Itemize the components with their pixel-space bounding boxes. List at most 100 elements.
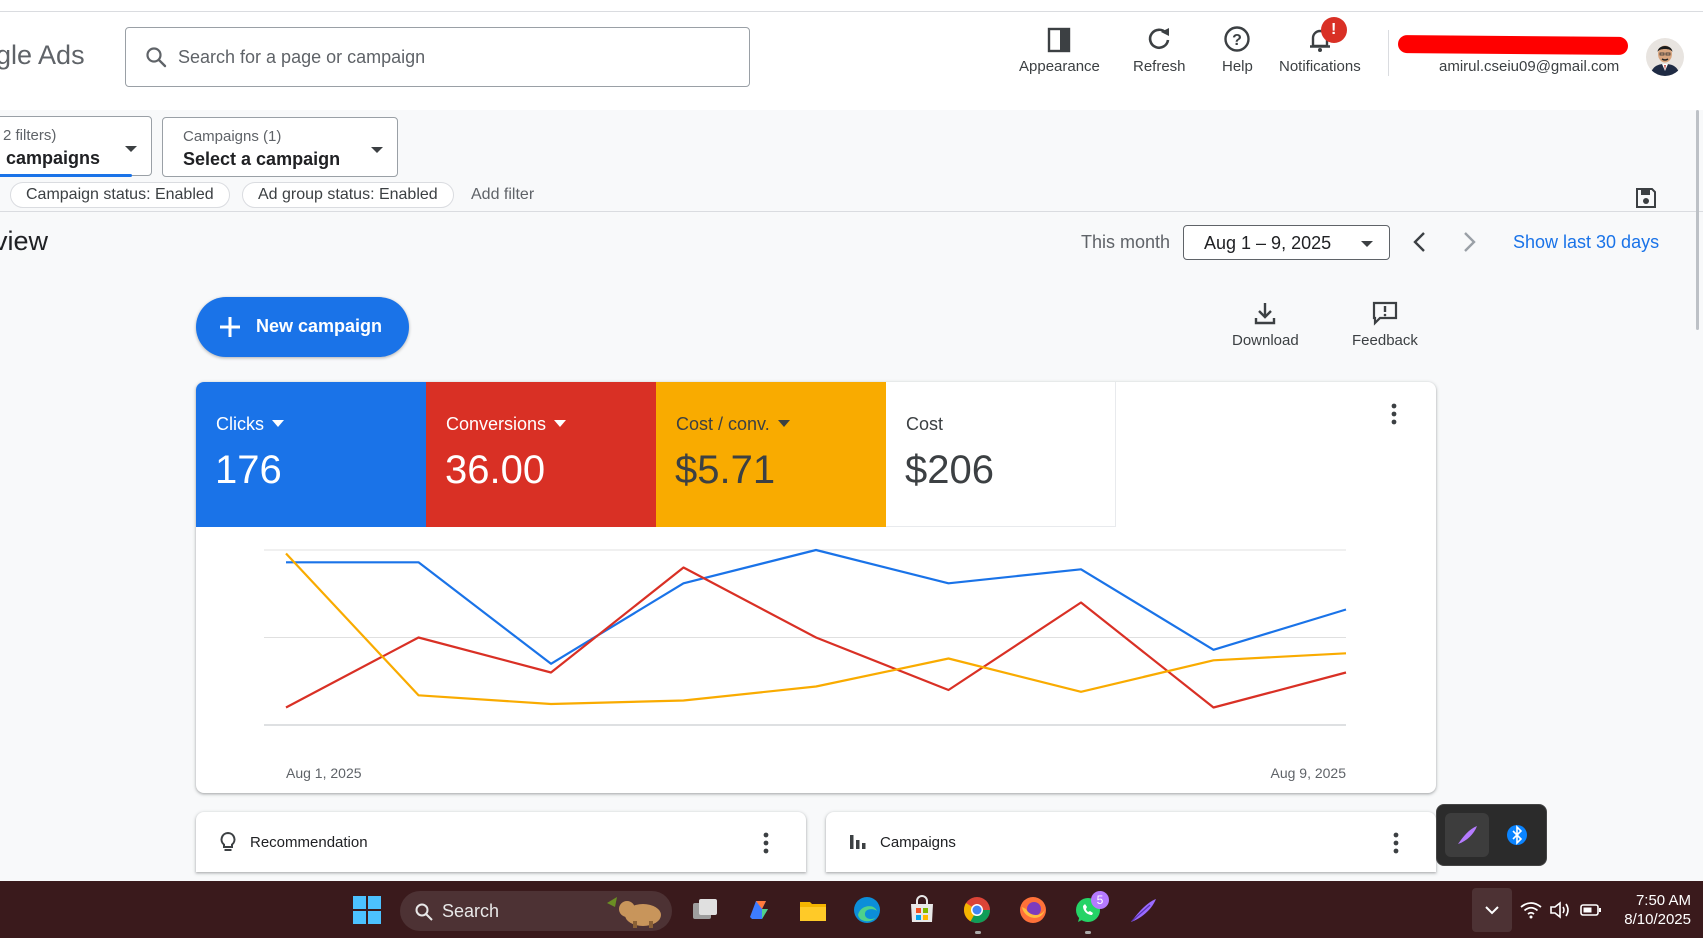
help-button[interactable]: ? Help bbox=[1222, 24, 1253, 75]
x-tick-label-start: Aug 1, 2025 bbox=[286, 765, 362, 781]
metric-tile-clicks[interactable]: Clicks 176 bbox=[196, 382, 426, 527]
search-bar[interactable] bbox=[125, 27, 750, 87]
feather-app-icon[interactable] bbox=[1128, 895, 1158, 925]
vertical-scrollbar[interactable] bbox=[1696, 110, 1699, 330]
new-campaign-label: New campaign bbox=[256, 316, 383, 336]
add-filter-link[interactable]: Add filter bbox=[471, 186, 534, 204]
campaign-filter-value: campaigns bbox=[6, 148, 101, 168]
system-clock[interactable]: 7:50 AM 8/10/2025 bbox=[1624, 891, 1691, 929]
campaign-filter-dropdown[interactable]: 2 filters) campaigns bbox=[0, 116, 152, 177]
campaigns-dropdown-value: Select a campaign bbox=[183, 149, 341, 169]
avatar[interactable] bbox=[1646, 38, 1684, 76]
metric-value-clicks: 176 bbox=[215, 448, 282, 492]
taskbar-search[interactable]: Search bbox=[400, 891, 672, 931]
chart-grid bbox=[264, 549, 1346, 726]
firefox-icon[interactable] bbox=[1018, 895, 1048, 925]
download-icon bbox=[1255, 303, 1276, 325]
copilot-icon[interactable] bbox=[744, 895, 774, 925]
save-icon[interactable] bbox=[1634, 186, 1658, 210]
performance-chart: Aug 1, 2025 Aug 9, 2025 bbox=[264, 548, 1347, 781]
metric-label-cost-per-conv: Cost / conv. bbox=[676, 414, 790, 435]
avatar-image bbox=[1646, 38, 1684, 76]
notification-badge: ! bbox=[1320, 17, 1347, 43]
x-tick-label-end: Aug 9, 2025 bbox=[1270, 765, 1346, 781]
appearance-icon bbox=[1048, 27, 1071, 53]
search-input[interactable] bbox=[178, 42, 718, 72]
app-header: gle Ads Appearance Refresh bbox=[0, 0, 1703, 177]
metric-value-conversions: 36.00 bbox=[445, 448, 546, 492]
running-indicator bbox=[1085, 931, 1091, 934]
bluetooth-app-button[interactable] bbox=[1495, 813, 1539, 857]
search-highlight-image-icon bbox=[607, 897, 661, 928]
microsoft-store-icon[interactable] bbox=[907, 895, 937, 925]
metric-label-conversions: Conversions bbox=[446, 414, 567, 435]
metric-label-clicks: Clicks bbox=[216, 414, 284, 435]
google-ads-logo-text[interactable]: gle Ads bbox=[0, 40, 85, 71]
search-icon bbox=[146, 47, 167, 68]
chevron-down-icon bbox=[777, 420, 790, 427]
bar-chart-icon bbox=[850, 835, 866, 849]
bluetooth-icon bbox=[1507, 825, 1527, 845]
taskbar: Search 5 7:50 AM 8/10/2025 bbox=[0, 881, 1703, 938]
date-range-dropdown[interactable]: Aug 1 – 9, 2025 bbox=[1183, 225, 1390, 260]
page-title: view bbox=[0, 226, 49, 256]
more-options-icon[interactable] bbox=[1386, 831, 1406, 855]
campaigns-card[interactable]: Campaigns bbox=[826, 812, 1436, 872]
metric-label-cost: Cost bbox=[906, 414, 944, 434]
more-options-icon[interactable] bbox=[1384, 402, 1404, 426]
filter-chip-ad-group-status[interactable]: Ad group status: Enabled bbox=[242, 182, 454, 208]
next-period-icon[interactable] bbox=[1458, 228, 1480, 256]
edge-browser-icon[interactable] bbox=[852, 895, 882, 925]
previous-period-icon[interactable] bbox=[1409, 228, 1431, 256]
chart-series-line-0 bbox=[286, 548, 1347, 665]
appearance-label: Appearance bbox=[1019, 58, 1100, 75]
volume-icon[interactable] bbox=[1549, 901, 1571, 919]
chart-series bbox=[285, 548, 1347, 709]
chevron-down-icon bbox=[1361, 241, 1373, 247]
new-campaign-button[interactable]: New campaign bbox=[196, 297, 409, 357]
metric-tile-cost-per-conv[interactable]: Cost / conv. $5.71 bbox=[656, 382, 886, 527]
chrome-icon[interactable] bbox=[962, 895, 992, 925]
metric-value-cost-per-conv: $5.71 bbox=[675, 448, 776, 492]
tray-flyout bbox=[1436, 804, 1547, 866]
appearance-button[interactable]: Appearance bbox=[1019, 24, 1100, 75]
campaign-filter-count: 2 filters) bbox=[3, 127, 57, 144]
notifications-button[interactable]: Notifications ! bbox=[1279, 17, 1361, 75]
date-preset-label: This month bbox=[1081, 232, 1171, 252]
feedback-icon bbox=[1372, 301, 1398, 326]
svg-text:?: ? bbox=[1233, 32, 1243, 49]
refresh-button[interactable]: Refresh bbox=[1133, 24, 1186, 75]
help-label: Help bbox=[1222, 58, 1253, 75]
refresh-label: Refresh bbox=[1133, 58, 1186, 75]
show-hidden-icons-button[interactable] bbox=[1472, 888, 1512, 932]
metric-tile-conversions[interactable]: Conversions 36.00 bbox=[426, 382, 656, 527]
feedback-button[interactable]: Feedback bbox=[1352, 300, 1418, 349]
wifi-icon[interactable] bbox=[1520, 901, 1542, 919]
chevron-down-icon bbox=[125, 146, 137, 152]
battery-icon[interactable] bbox=[1580, 902, 1602, 918]
feather-app-button[interactable] bbox=[1445, 813, 1489, 857]
browser-divider bbox=[0, 11, 1703, 12]
show-last-30-days-link[interactable]: Show last 30 days bbox=[1513, 232, 1659, 253]
metric-value-cost: $206 bbox=[905, 448, 994, 492]
screen: gle Ads Appearance Refresh bbox=[0, 0, 1703, 938]
redacted-account-name bbox=[1397, 34, 1629, 56]
account-email[interactable]: amirul.cseiu09@gmail.com bbox=[1439, 58, 1619, 75]
more-options-icon[interactable] bbox=[756, 831, 776, 855]
metric-tile-cost[interactable]: Cost $206 bbox=[886, 382, 1116, 527]
filter-chip-campaign-status[interactable]: Campaign status: Enabled bbox=[10, 182, 230, 208]
download-button[interactable]: Download bbox=[1232, 300, 1299, 349]
refresh-icon bbox=[1149, 28, 1170, 50]
feedback-label: Feedback bbox=[1352, 332, 1418, 349]
notifications-label: Notifications bbox=[1279, 58, 1361, 75]
recommendation-title: Recommendation bbox=[250, 834, 368, 851]
plus-icon bbox=[220, 317, 240, 337]
file-explorer-icon[interactable] bbox=[798, 895, 828, 925]
download-label: Download bbox=[1232, 332, 1299, 349]
windows-start-icon[interactable] bbox=[352, 895, 382, 925]
clock-time: 7:50 AM bbox=[1635, 892, 1691, 909]
task-view-icon[interactable] bbox=[690, 895, 720, 925]
recommendation-card[interactable]: Recommendation bbox=[196, 812, 806, 872]
feather-icon bbox=[1458, 826, 1477, 844]
campaigns-dropdown[interactable]: Campaigns (1) Select a campaign bbox=[162, 117, 398, 177]
